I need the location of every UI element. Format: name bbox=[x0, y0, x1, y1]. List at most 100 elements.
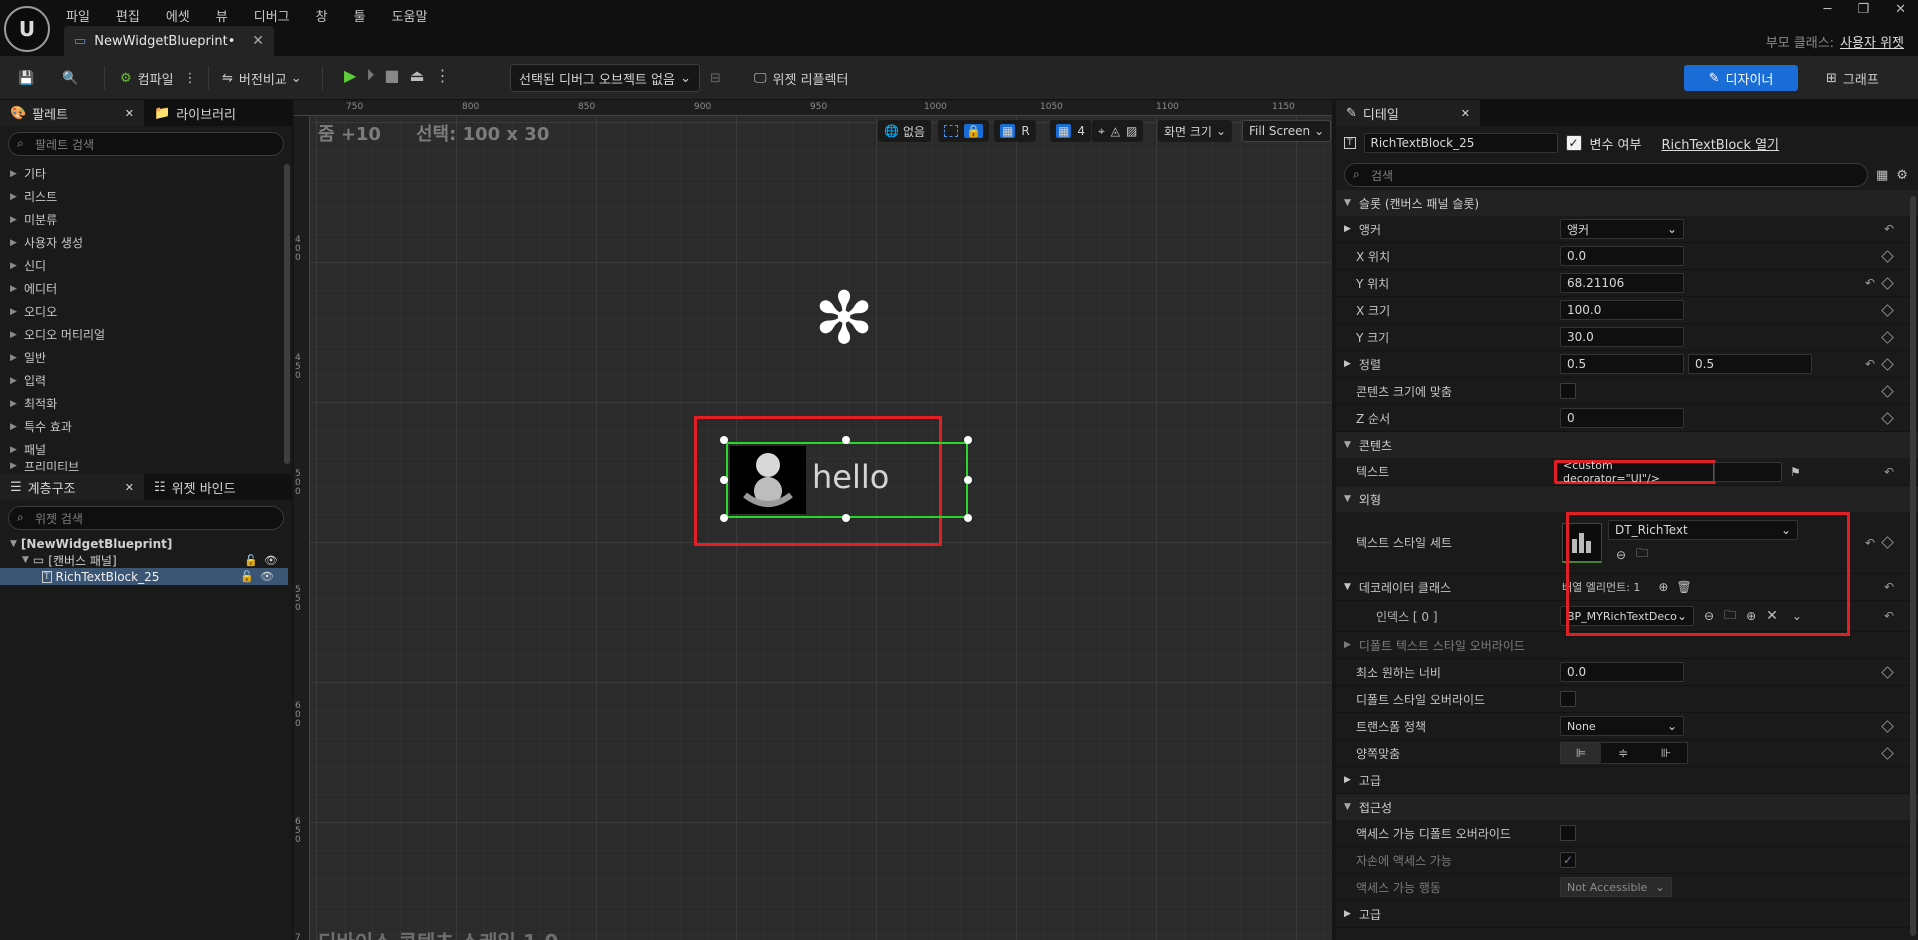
min-width-input[interactable]: 0.0 bbox=[1560, 662, 1684, 682]
y-size-input[interactable]: 30.0 bbox=[1560, 327, 1684, 347]
browse-icon[interactable]: 🔍 bbox=[56, 63, 84, 93]
reset-icon[interactable]: ↶ bbox=[1884, 609, 1894, 623]
list-item[interactable]: ▶ 리스트 bbox=[0, 185, 292, 208]
reset-icon[interactable]: ↶ bbox=[1884, 222, 1894, 236]
list-item[interactable]: ▶ 최적화 bbox=[0, 392, 292, 415]
list-item[interactable]: ▶ 사용자 생성 bbox=[0, 231, 292, 254]
menu-view[interactable]: 뷰 bbox=[216, 6, 228, 25]
step-icon[interactable]: ⏵ bbox=[366, 65, 374, 85]
child-access-checkbox[interactable]: ✓ bbox=[1560, 852, 1576, 868]
list-item[interactable]: ▶ 프리미티브 bbox=[0, 461, 292, 471]
close-icon[interactable]: ✕ bbox=[125, 107, 134, 120]
reset-icon[interactable]: ↶ bbox=[1865, 276, 1875, 290]
list-item[interactable]: ▶ 미분류 bbox=[0, 208, 292, 231]
menu-file[interactable]: 파일 bbox=[66, 6, 90, 25]
asset-thumbnail[interactable] bbox=[1562, 522, 1602, 563]
collapse-icon[interactable]: ▼ bbox=[10, 539, 17, 549]
list-item[interactable]: ▶ 패널 bbox=[0, 438, 292, 461]
trash-icon[interactable]: 🗑 bbox=[1676, 580, 1691, 594]
keyframe-icon[interactable] bbox=[1881, 411, 1894, 425]
tab-bindings[interactable]: ☷ 위젯 바인드 bbox=[144, 474, 246, 500]
grid-snap-button[interactable]: ▦ 4 bbox=[1050, 120, 1091, 142]
view-options[interactable]: ⌖ ◬ ▨ bbox=[1092, 120, 1144, 142]
use-selected-icon[interactable]: ⊖ bbox=[1704, 609, 1714, 623]
lock-icon[interactable]: 🔓 bbox=[240, 570, 254, 583]
tree-canvas-panel[interactable]: ▼ ▭ [캔버스 패널] 🔓 👁 bbox=[10, 552, 292, 568]
screen-size-dropdown[interactable]: 화면 크기 ⌄ bbox=[1158, 120, 1233, 142]
reset-icon[interactable]: ↶ bbox=[1884, 580, 1894, 594]
graph-mode-button[interactable]: ⊞ 그래프 bbox=[1826, 65, 1879, 91]
close-window-icon[interactable]: ✕ bbox=[1895, 2, 1906, 17]
keyframe-icon[interactable] bbox=[1881, 276, 1894, 290]
scrollbar[interactable] bbox=[284, 164, 290, 464]
localize-flag-icon[interactable]: ⚑ bbox=[1790, 465, 1801, 479]
size-to-content-checkbox[interactable] bbox=[1560, 383, 1576, 399]
eye-icon[interactable]: 👁 bbox=[260, 570, 274, 583]
menu-edit[interactable]: 편집 bbox=[116, 6, 140, 25]
menu-asset[interactable]: 에셋 bbox=[166, 6, 190, 25]
is-variable-checkbox[interactable]: ✓ bbox=[1565, 135, 1582, 151]
expand-icon[interactable]: ▶ bbox=[1344, 359, 1351, 369]
list-item[interactable]: ▶ 특수 효과 bbox=[0, 415, 292, 438]
z-order-input[interactable]: 0 bbox=[1560, 408, 1684, 428]
default-style-override-checkbox[interactable] bbox=[1560, 691, 1576, 707]
debug-object-select[interactable]: 선택된 디버그 오브젝트 없음 ⌄ bbox=[510, 64, 700, 92]
collapse-icon[interactable]: ▼ bbox=[22, 555, 29, 565]
stop-icon[interactable]: ■ bbox=[384, 66, 399, 85]
keyframe-icon[interactable] bbox=[1881, 665, 1894, 679]
anchor-icon[interactable]: ✻ bbox=[812, 282, 876, 354]
section-content[interactable]: ▼ 콘텐츠 bbox=[1336, 432, 1918, 458]
tree-selected-widget[interactable]: T RichTextBlock_25 🔓 👁 bbox=[0, 568, 288, 585]
designer-canvas[interactable]: 750 800 850 900 950 1000 1050 1100 1150 … bbox=[294, 100, 1332, 940]
keyframe-icon[interactable] bbox=[1881, 357, 1894, 371]
y-pos-input[interactable]: 68.21106 bbox=[1560, 273, 1684, 293]
expand-icon[interactable]: ▶ bbox=[1344, 224, 1351, 234]
keyframe-icon[interactable] bbox=[1881, 536, 1894, 549]
respect-lock-button[interactable]: 🔒 bbox=[938, 120, 989, 142]
chevron-down-icon[interactable]: ⌄ bbox=[1792, 609, 1802, 623]
list-item[interactable]: ▶ 일반 bbox=[0, 346, 292, 369]
keyframe-icon[interactable] bbox=[1881, 384, 1894, 398]
access-behavior-dropdown[interactable]: Not Accessible ⌄ bbox=[1560, 877, 1672, 897]
unreal-logo-icon[interactable]: U bbox=[4, 6, 50, 52]
text-input[interactable]: <custom decorator="UI"/> bbox=[1554, 459, 1716, 485]
scrollbar[interactable] bbox=[1910, 196, 1916, 936]
details-search-input[interactable]: ⌕ 검색 bbox=[1344, 163, 1868, 187]
more-icon[interactable]: ⋮ bbox=[184, 71, 197, 86]
close-icon[interactable]: ✕ bbox=[125, 481, 134, 494]
designer-mode-button[interactable]: ✎ 디자이너 bbox=[1684, 65, 1798, 91]
close-tab-icon[interactable]: ✕ bbox=[252, 33, 264, 49]
add-element-icon[interactable]: ⊕ bbox=[1658, 580, 1668, 594]
keyframe-icon[interactable] bbox=[1881, 719, 1894, 733]
override-access-checkbox[interactable] bbox=[1560, 825, 1576, 841]
x-size-input[interactable]: 100.0 bbox=[1560, 300, 1684, 320]
tab-palette[interactable]: 🎨 팔레트 ✕ bbox=[0, 100, 144, 126]
snap-toggle[interactable]: ▦ R bbox=[994, 120, 1036, 142]
prop-advanced[interactable]: ▶ 고급 bbox=[1336, 767, 1918, 794]
use-selected-icon[interactable]: ⊖ bbox=[1616, 548, 1626, 562]
resize-handle[interactable] bbox=[964, 514, 972, 522]
resize-handle[interactable] bbox=[842, 514, 850, 522]
save-icon[interactable]: 💾 bbox=[12, 63, 40, 93]
open-class-link[interactable]: RichTextBlock 열기 bbox=[1661, 134, 1779, 153]
resize-handle[interactable] bbox=[842, 436, 850, 444]
resize-handle[interactable] bbox=[964, 436, 972, 444]
tab-library[interactable]: 📁 라이브러리 bbox=[144, 100, 246, 126]
resize-handle[interactable] bbox=[720, 436, 728, 444]
resize-handle[interactable] bbox=[720, 476, 728, 484]
list-item[interactable]: ▶ 신디 bbox=[0, 254, 292, 277]
section-appearance[interactable]: ▼ 외형 bbox=[1336, 486, 1918, 512]
prop-advanced-accessibility[interactable]: ▶ 고급 bbox=[1336, 901, 1918, 928]
align-y-input[interactable]: 0.5 bbox=[1688, 354, 1812, 374]
align-left-icon[interactable]: ⊫ bbox=[1561, 743, 1601, 763]
minimize-icon[interactable]: ─ bbox=[1824, 2, 1832, 17]
anchor-dropdown[interactable]: 앵커 ⌄ bbox=[1560, 219, 1684, 239]
clear-icon[interactable]: ✕ bbox=[1766, 608, 1778, 624]
menu-help[interactable]: 도움말 bbox=[392, 6, 428, 25]
resize-handle[interactable] bbox=[720, 514, 728, 522]
tree-root[interactable]: ▼ [NewWidgetBlueprint] bbox=[10, 536, 292, 552]
parent-class-link[interactable]: 사용자 위젯 bbox=[1840, 32, 1904, 51]
keyframe-icon[interactable] bbox=[1881, 303, 1894, 317]
x-pos-input[interactable]: 0.0 bbox=[1560, 246, 1684, 266]
reset-icon[interactable]: ↶ bbox=[1865, 536, 1875, 550]
